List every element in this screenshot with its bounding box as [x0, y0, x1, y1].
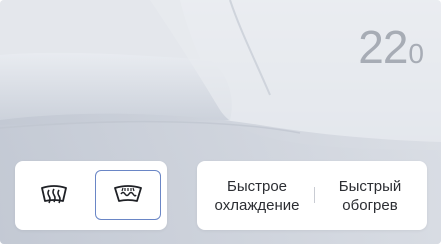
front-defrost-icon	[114, 185, 142, 202]
quick-cool-label-line2: охлаждение	[214, 196, 300, 214]
quick-heat-label-line2: обогрев	[342, 196, 398, 214]
quick-heat-label-line1: Быстрый	[338, 177, 402, 195]
quick-cool-label: Быстрое охлаждение	[215, 177, 300, 215]
front-defrost-button[interactable]	[95, 170, 161, 220]
rear-defrost-button[interactable]	[21, 170, 87, 220]
temperature-decimal: 0	[408, 38, 424, 69]
quick-heat-label: Быстрый обогрев	[339, 177, 402, 215]
temperature-display: 22 0	[358, 21, 424, 73]
quick-climate-panel: Быстрое охлаждение Быстрый обогрев	[197, 161, 427, 230]
climate-screen: 22 0 Быстрое охлаждение Быстрый обогрев	[0, 0, 441, 244]
rear-defrost-icon	[41, 185, 67, 204]
quick-cool-label-line1: Быстрое	[226, 177, 288, 195]
quick-cool-button[interactable]: Быстрое охлаждение	[200, 161, 314, 230]
quick-heat-button[interactable]: Быстрый обогрев	[313, 161, 427, 230]
defrost-panel	[15, 161, 167, 230]
temperature-integer: 22	[358, 21, 408, 73]
